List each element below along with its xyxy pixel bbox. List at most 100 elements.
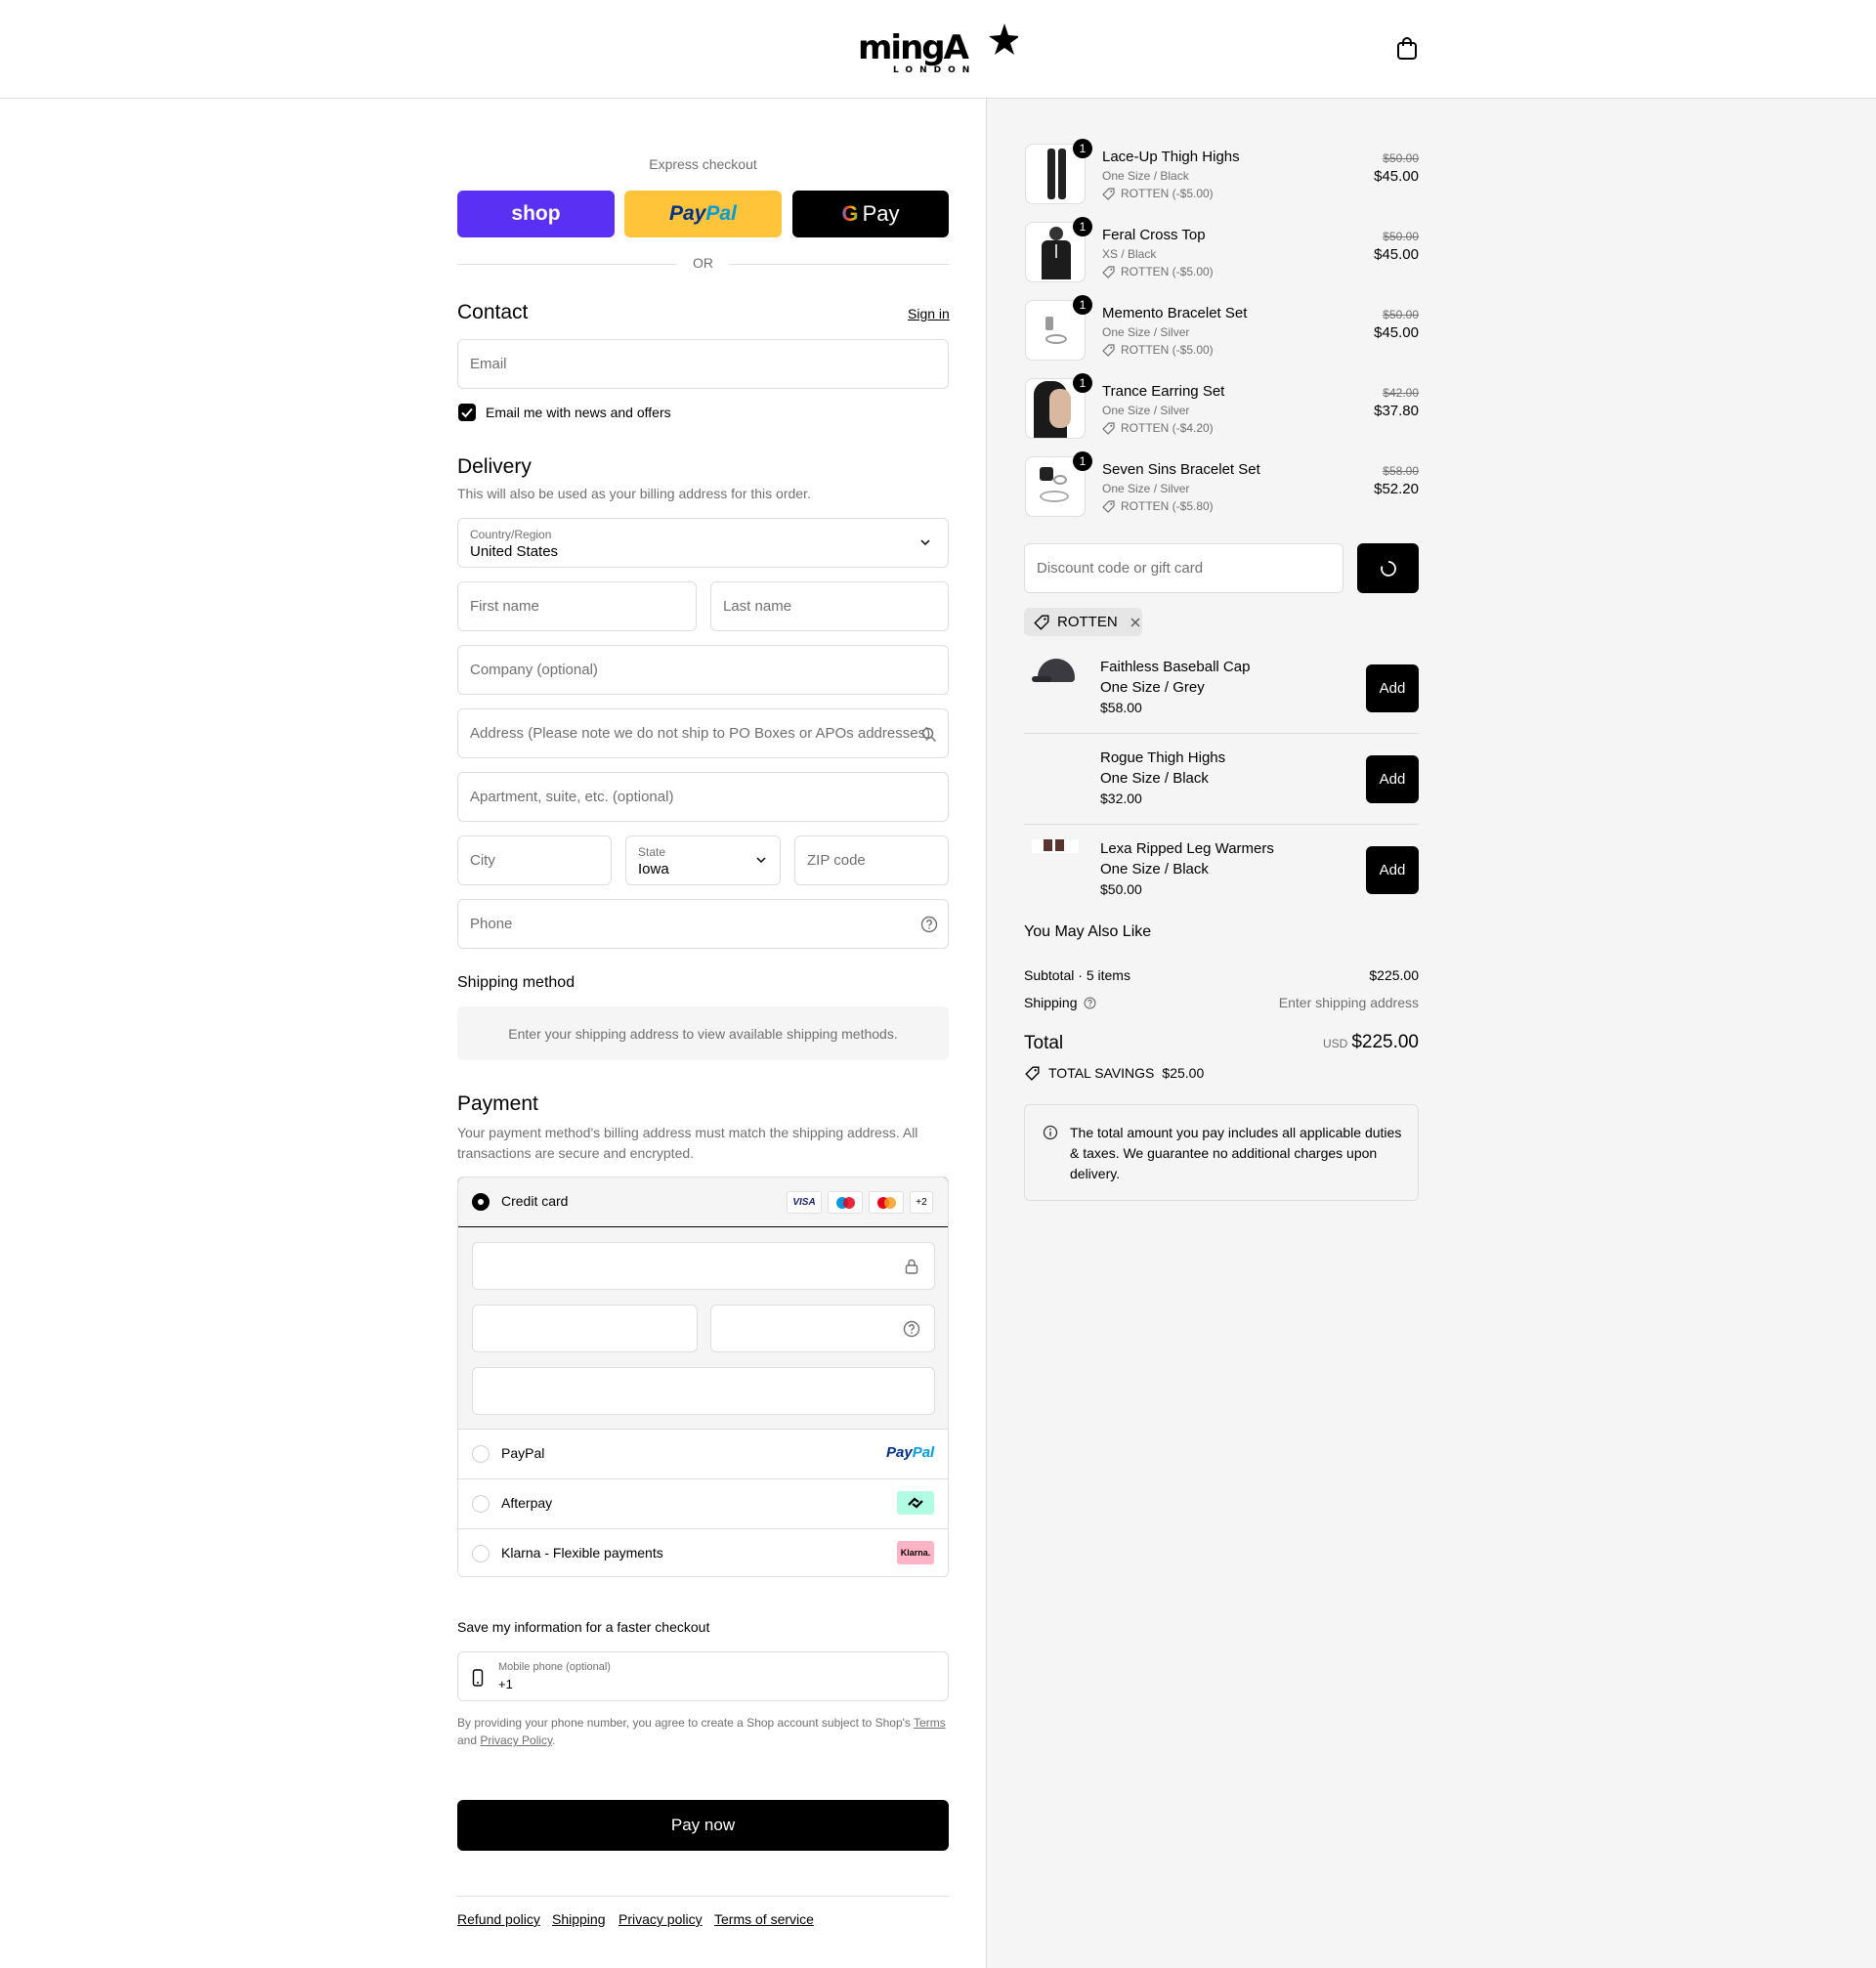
shop-privacy-link[interactable]: Privacy Policy <box>480 1733 552 1747</box>
upsell-product-name: Faithless Baseball Cap <box>1100 659 1251 675</box>
state-select[interactable]: State Iowa <box>625 835 781 885</box>
total-savings-label: TOTAL SAVINGS <box>1048 1065 1155 1081</box>
help-icon[interactable] <box>1084 997 1096 1009</box>
original-price: $50.00 <box>1383 230 1419 243</box>
shop-pay-button[interactable]: shop <box>457 191 615 237</box>
product-name: Trance Earring Set <box>1102 383 1225 400</box>
privacy-policy-link[interactable]: Privacy policy <box>618 1911 703 1927</box>
mobile-phone-field[interactable]: Mobile phone (optional) +1 <box>457 1651 949 1701</box>
paypal-option[interactable]: PayPal PayPal <box>458 1429 948 1478</box>
klarna-logo-icon: Klarna. <box>897 1541 934 1564</box>
payment-heading: Payment <box>457 1092 538 1115</box>
applied-discount-code: ROTTEN <box>1057 614 1118 630</box>
add-upsell-button[interactable]: Add <box>1366 755 1419 803</box>
zip-placeholder: ZIP code <box>807 852 866 869</box>
original-price: $50.00 <box>1383 151 1419 165</box>
legal-text-c: . <box>552 1733 556 1747</box>
express-checkout-label: Express checkout <box>649 156 757 172</box>
you-may-also-like-heading: You May Also Like <box>1024 923 1152 940</box>
klarna-option-label: Klarna - Flexible payments <box>501 1545 663 1561</box>
paypal-radio[interactable] <box>472 1445 490 1463</box>
address-field[interactable]: Address (Please note we do not ship to P… <box>457 708 949 758</box>
subtotal-value: $225.00 <box>1369 967 1419 983</box>
card-expiry-field[interactable] <box>472 1305 698 1352</box>
email-field[interactable]: Email <box>457 339 949 389</box>
klarna-radio[interactable] <box>472 1545 490 1562</box>
discount-label: ROTTEN (-$5.80) <box>1121 499 1214 513</box>
credit-card-radio[interactable] <box>472 1193 490 1211</box>
apply-discount-button[interactable] <box>1357 543 1419 593</box>
minga-london-logo[interactable]: mingA LONDON <box>858 23 1018 76</box>
tag-icon <box>1102 343 1115 357</box>
shopping-bag-icon[interactable] <box>1396 37 1418 61</box>
pay-now-label: Pay now <box>670 1816 736 1834</box>
upsell-product-name: Lexa Ripped Leg Warmers <box>1100 840 1274 857</box>
credit-card-option[interactable]: Credit card VISA +2 <box>458 1177 948 1227</box>
add-upsell-button[interactable]: Add <box>1366 664 1419 712</box>
last-name-field[interactable]: Last name <box>710 581 949 631</box>
upsell-product-variant: One Size / Grey <box>1100 679 1205 696</box>
quantity-badge: 1 <box>1073 295 1092 315</box>
cardholder-name-field[interactable] <box>472 1367 935 1415</box>
discount-label: ROTTEN (-$4.20) <box>1121 421 1214 435</box>
mobile-phone-value: +1 <box>498 1677 513 1691</box>
country-select[interactable]: Country/Region United States <box>457 518 949 568</box>
klarna-option[interactable]: Klarna - Flexible payments Klarna. <box>458 1528 948 1576</box>
afterpay-radio[interactable] <box>472 1495 490 1513</box>
address-placeholder: Address (Please note we do not ship to P… <box>470 725 931 742</box>
product-name: Feral Cross Top <box>1102 227 1206 243</box>
afterpay-option[interactable]: Afterpay <box>458 1478 948 1528</box>
legal-text-b: and <box>457 1733 478 1747</box>
zip-field[interactable]: ZIP code <box>794 835 949 885</box>
add-label: Add <box>1379 862 1406 878</box>
discount-code-field[interactable]: Discount code or gift card <box>1024 543 1343 593</box>
shipping-policy-link[interactable]: Shipping <box>552 1911 606 1927</box>
applied-discount-chip: ROTTEN <box>1024 608 1142 636</box>
afterpay-logo-icon <box>897 1491 934 1515</box>
upsell-product-name: Rogue Thigh Highs <box>1100 749 1226 766</box>
total-savings-value: $25.00 <box>1162 1065 1205 1081</box>
apartment-field[interactable]: Apartment, suite, etc. (optional) <box>457 772 949 822</box>
product-discount: ROTTEN (-$4.20) <box>1102 421 1214 435</box>
pay-now-button[interactable]: Pay now <box>457 1800 949 1851</box>
card-cvv-field[interactable] <box>710 1305 935 1352</box>
upsell-product-price: $50.00 <box>1100 881 1142 897</box>
paypal-option-label: PayPal <box>501 1445 545 1461</box>
paypal-logo-pal: Pal <box>912 1444 935 1461</box>
help-icon[interactable] <box>920 916 938 933</box>
product-discount: ROTTEN (-$5.00) <box>1102 265 1214 278</box>
help-icon[interactable] <box>903 1320 920 1338</box>
duties-notice: The total amount you pay includes all ap… <box>1024 1104 1419 1201</box>
google-pay-button[interactable]: G Pay <box>792 191 949 237</box>
footer-divider <box>457 1896 949 1897</box>
google-pay-label: Pay <box>862 201 900 226</box>
mobile-phone-label: Mobile phone (optional) <box>498 1661 611 1673</box>
shipping-method-heading: Shipping method <box>457 974 576 991</box>
mobile-phone-icon <box>472 1669 484 1687</box>
duties-notice-text: The total amount you pay includes all ap… <box>1070 1125 1402 1181</box>
terms-of-service-link[interactable]: Terms of service <box>714 1911 814 1927</box>
klarna-badge-label: Klarna. <box>900 1548 931 1558</box>
sign-in-link[interactable]: Sign in <box>908 306 950 321</box>
refund-policy-link[interactable]: Refund policy <box>457 1911 540 1927</box>
save-info-heading: Save my information for a faster checkou… <box>457 1619 710 1635</box>
news-checkbox[interactable] <box>458 404 476 421</box>
original-price: $42.00 <box>1383 386 1419 400</box>
add-upsell-button[interactable]: Add <box>1366 846 1419 894</box>
add-label: Add <box>1379 680 1406 697</box>
tag-icon <box>1102 499 1115 513</box>
total-value: $225.00 <box>1351 1032 1419 1052</box>
phone-field[interactable]: Phone <box>457 899 949 949</box>
email-placeholder: Email <box>470 356 507 372</box>
company-field[interactable]: Company (optional) <box>457 645 949 695</box>
chevron-down-icon <box>756 857 766 864</box>
first-name-field[interactable]: First name <box>457 581 697 631</box>
close-icon[interactable] <box>1130 617 1141 628</box>
paypal-express-button[interactable]: Pay Pal <box>624 191 782 237</box>
chevron-down-icon <box>920 539 930 546</box>
shop-terms-link[interactable]: Terms <box>914 1716 946 1730</box>
card-number-field[interactable] <box>472 1242 935 1290</box>
paypal-logo: PayPal <box>886 1444 934 1461</box>
quantity-badge: 1 <box>1073 139 1092 158</box>
city-field[interactable]: City <box>457 835 612 885</box>
